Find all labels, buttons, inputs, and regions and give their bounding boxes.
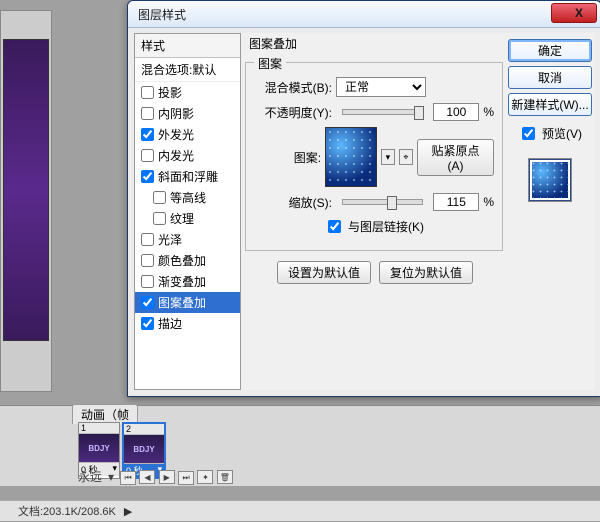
status-bar: 文档:203.1K/208.6K ▶	[0, 500, 600, 521]
style-item-纹理[interactable]: 纹理	[135, 208, 240, 229]
preview-toggle[interactable]: 预览(V)	[518, 124, 582, 143]
style-checkbox[interactable]	[141, 275, 154, 288]
animation-panel: 动画（帧 1BDJY0 秒▾2BDJY0 秒▾ 永远 ▾ ⏮ ◀ ▶ ⏭ ✦ 🗑	[0, 405, 600, 486]
playback-button[interactable]: ⏭	[178, 471, 194, 485]
style-label: 描边	[158, 315, 182, 332]
preview-label: 预览(V)	[542, 125, 582, 142]
style-checkbox[interactable]	[141, 86, 154, 99]
link-with-layer-label: 与图层链接(K)	[348, 218, 424, 235]
preview-swatch	[529, 159, 571, 201]
opacity-label: 不透明度(Y):	[254, 104, 332, 121]
section-title: 图案叠加	[249, 35, 505, 52]
playback-button[interactable]: ◀	[139, 470, 155, 484]
chevron-down-icon[interactable]: ▾	[108, 470, 114, 484]
frame-number: 1	[79, 423, 119, 434]
slider-thumb[interactable]	[387, 196, 397, 210]
playback-button[interactable]: ✦	[197, 470, 213, 484]
style-label: 渐变叠加	[158, 273, 206, 290]
style-label: 光泽	[158, 231, 182, 248]
close-button[interactable]: X	[551, 3, 597, 23]
new-style-button[interactable]: 新建样式(W)...	[508, 93, 592, 116]
set-default-button[interactable]: 设置为默认值	[277, 261, 371, 284]
ok-button[interactable]: 确定	[508, 39, 592, 62]
pattern-group: 图案 混合模式(B): 正常 不透明度(Y): % 图案: ▾	[245, 62, 503, 251]
style-label: 斜面和浮雕	[158, 168, 218, 185]
style-checkbox[interactable]	[153, 191, 166, 204]
frame-thumb: BDJY	[124, 435, 164, 463]
dialog-titlebar[interactable]: 图层样式 X	[128, 1, 600, 28]
style-label: 投影	[158, 84, 182, 101]
scale-slider[interactable]	[342, 199, 423, 205]
style-item-图案叠加[interactable]: 图案叠加	[135, 292, 240, 313]
reset-default-button[interactable]: 复位为默认值	[379, 261, 473, 284]
frame-number: 2	[124, 424, 164, 435]
style-checkbox[interactable]	[141, 317, 154, 330]
style-label: 内发光	[158, 147, 194, 164]
preview-checkbox[interactable]	[522, 127, 535, 140]
style-item-投影[interactable]: 投影	[135, 82, 240, 103]
style-checkbox[interactable]	[141, 296, 154, 309]
blend-mode-select[interactable]: 正常	[336, 77, 426, 97]
scale-label: 缩放(S):	[254, 194, 332, 211]
blend-options-row[interactable]: 混合选项:默认	[135, 58, 240, 82]
style-label: 颜色叠加	[158, 252, 206, 269]
playback-button[interactable]: 🗑	[217, 470, 233, 484]
style-label: 纹理	[170, 210, 194, 227]
snap-origin-button[interactable]: 贴紧原点(A)	[417, 139, 494, 176]
style-item-内阴影[interactable]: 内阴影	[135, 103, 240, 124]
playback-button[interactable]: ▶	[159, 470, 175, 484]
cancel-button[interactable]: 取消	[508, 66, 592, 89]
style-label: 图案叠加	[158, 294, 206, 311]
style-checkbox[interactable]	[141, 170, 154, 183]
slider-thumb[interactable]	[414, 106, 424, 120]
pattern-dropdown-icon[interactable]: ▾	[381, 149, 395, 165]
blend-mode-label: 混合模式(B):	[254, 79, 332, 96]
frame-thumb: BDJY	[79, 434, 119, 462]
canvas-image	[3, 39, 49, 341]
percent-label: %	[483, 105, 494, 119]
style-label: 内阴影	[158, 105, 194, 122]
style-checkbox[interactable]	[141, 107, 154, 120]
style-item-颜色叠加[interactable]: 颜色叠加	[135, 250, 240, 271]
animation-tab[interactable]: 动画（帧	[72, 404, 138, 424]
pattern-swatch[interactable]	[325, 127, 377, 187]
style-item-外发光[interactable]: 外发光	[135, 124, 240, 145]
percent-label: %	[483, 195, 494, 209]
style-checkbox[interactable]	[141, 149, 154, 162]
style-checkbox[interactable]	[141, 128, 154, 141]
opacity-slider[interactable]	[342, 109, 423, 115]
style-item-内发光[interactable]: 内发光	[135, 145, 240, 166]
close-icon: X	[565, 6, 583, 20]
scale-input[interactable]	[433, 193, 479, 211]
editor-canvas	[0, 10, 52, 392]
style-item-光泽[interactable]: 光泽	[135, 229, 240, 250]
pattern-label: 图案:	[254, 149, 321, 166]
doc-size: 文档:203.1K/208.6K	[18, 503, 116, 519]
snap-origin-icon[interactable]: ⌖	[399, 149, 413, 165]
group-label: 图案	[254, 55, 286, 72]
styles-header[interactable]: 样式	[135, 34, 240, 58]
layer-style-dialog: 图层样式 X 样式 混合选项:默认 投影内阴影外发光内发光斜面和浮雕等高线纹理光…	[127, 0, 600, 397]
playback-button[interactable]: ⏮	[120, 471, 136, 485]
style-item-等高线[interactable]: 等高线	[135, 187, 240, 208]
style-item-斜面和浮雕[interactable]: 斜面和浮雕	[135, 166, 240, 187]
opacity-input[interactable]	[433, 103, 479, 121]
link-with-layer-checkbox[interactable]	[328, 220, 341, 233]
style-label: 等高线	[170, 189, 206, 206]
style-checkbox[interactable]	[153, 212, 166, 225]
dialog-title: 图层样式	[128, 6, 186, 23]
style-checkbox[interactable]	[141, 254, 154, 267]
status-arrow-icon[interactable]: ▶	[124, 505, 132, 518]
styles-list: 样式 混合选项:默认 投影内阴影外发光内发光斜面和浮雕等高线纹理光泽颜色叠加渐变…	[134, 33, 241, 390]
style-item-渐变叠加[interactable]: 渐变叠加	[135, 271, 240, 292]
style-label: 外发光	[158, 126, 194, 143]
style-checkbox[interactable]	[141, 233, 154, 246]
loop-select[interactable]: 永远	[78, 468, 102, 485]
style-item-描边[interactable]: 描边	[135, 313, 240, 334]
